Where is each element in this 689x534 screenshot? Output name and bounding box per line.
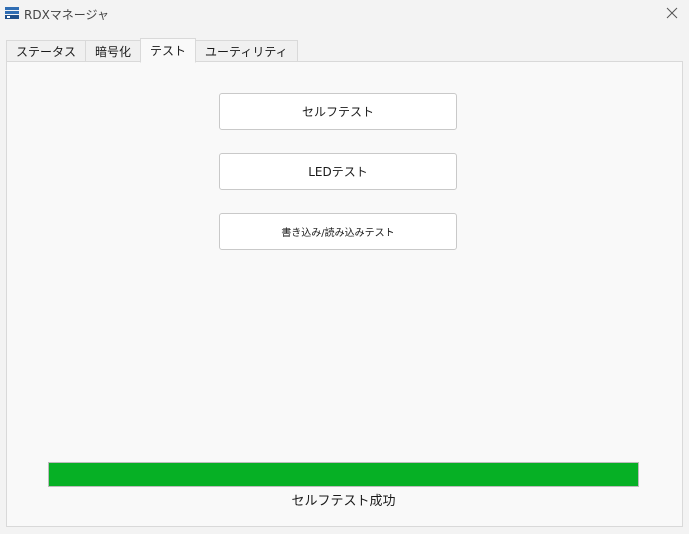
rdx-app-icon [4,5,20,21]
rdx-manager-window: RDXマネージャ ステータス 暗号化 テスト ユーティリティ セルフテスト LE… [0,0,689,534]
close-icon [666,7,678,19]
tab-utility[interactable]: ユーティリティ [196,40,298,62]
tab-label: ステータス [16,45,77,59]
window-title: RDXマネージャ [24,8,109,22]
test-status-text: セルフテスト成功 [291,494,396,509]
tab-label: 暗号化 [95,45,132,59]
self-test-button[interactable]: セルフテスト [219,93,457,130]
title-bar: RDXマネージャ [0,0,689,28]
tab-bar: ステータス 暗号化 テスト ユーティリティ [6,38,298,63]
tab-label: テスト [150,44,187,58]
tab-status[interactable]: ステータス [6,40,86,62]
tab-test[interactable]: テスト [140,38,197,63]
tab-encryption[interactable]: 暗号化 [85,40,141,62]
test-progress-bar [48,462,639,487]
test-tab-panel: セルフテスト LEDテスト 書き込み/読み込みテスト セルフテスト成功 [6,61,683,527]
tab-label: ユーティリティ [205,45,288,59]
close-button[interactable] [655,0,689,26]
led-test-button[interactable]: LEDテスト [219,153,457,190]
read-write-test-button[interactable]: 書き込み/読み込みテスト [219,213,457,250]
test-progress-fill [49,463,638,486]
